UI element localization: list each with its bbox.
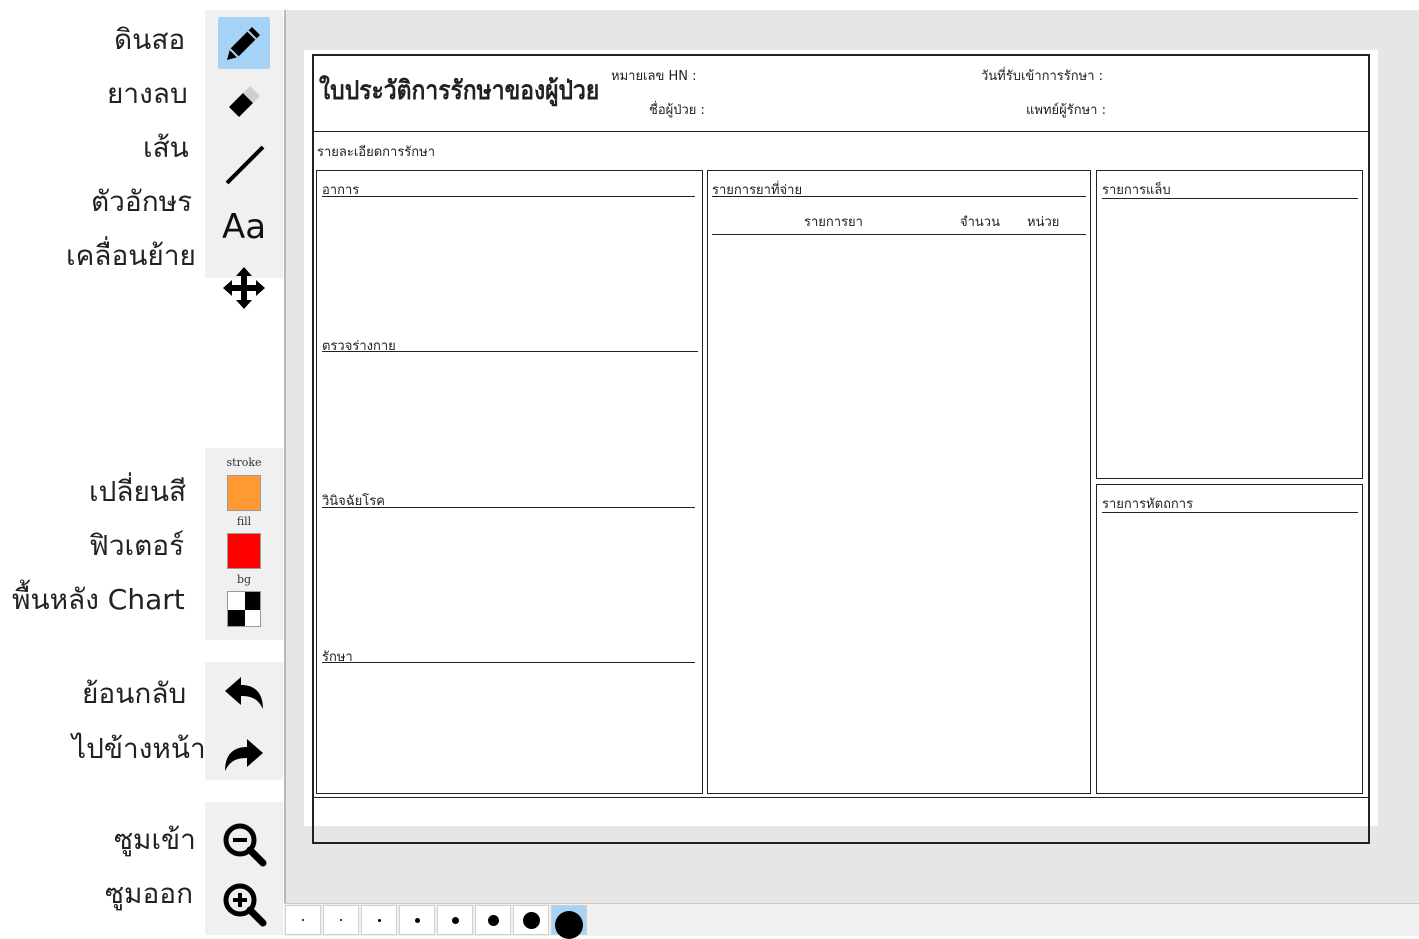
- dispensed-meds-underline: [712, 196, 1086, 197]
- brush-size-dot-icon: [414, 917, 420, 923]
- pencil-icon: [227, 27, 260, 60]
- bg-swatch-label: bg: [236, 573, 252, 586]
- toolbar-gap: [205, 780, 283, 802]
- brush-size-button[interactable]: [513, 905, 549, 935]
- redo-button[interactable]: [218, 728, 270, 780]
- stroke-swatch-label: stroke: [226, 456, 262, 469]
- fill-swatch-label: fill: [236, 515, 252, 528]
- procedures-box: [1096, 484, 1363, 794]
- bg-color-swatch[interactable]: [227, 591, 261, 627]
- move-icon: [223, 267, 265, 309]
- stroke-color-swatch[interactable]: [227, 475, 261, 511]
- treatment-underline: [322, 662, 695, 663]
- admit-date-label: วันที่รับเข้าการรักษา :: [981, 69, 1104, 84]
- brush-size-button[interactable]: [437, 905, 473, 935]
- symptoms-underline: [322, 196, 695, 197]
- move-label: เคลื่อนย้าย: [66, 239, 196, 272]
- footer-divider: [312, 797, 1370, 798]
- brush-size-button[interactable]: [399, 905, 435, 935]
- brush-size-dot-icon: [340, 919, 342, 921]
- redo-label: ไปข้างหน้า: [72, 732, 206, 765]
- redo-icon: [225, 739, 263, 771]
- brush-size-dot-icon: [451, 916, 459, 924]
- text-icon: Aa: [221, 207, 267, 247]
- brush-size-button[interactable]: [323, 905, 359, 935]
- lab-underline: [1102, 198, 1358, 199]
- doctor-label: แพทย์ผู้รักษา :: [1026, 103, 1106, 118]
- brush-size-dot-icon: [522, 911, 540, 929]
- brush-size-dot-icon: [377, 918, 381, 922]
- text-label: ตัวอักษร: [91, 185, 193, 218]
- zoom-in-button[interactable]: [218, 818, 270, 870]
- brush-size-dot-icon: [487, 914, 499, 926]
- zoom-in-label: ซูมเข้า: [114, 823, 196, 856]
- eraser-label: ยางลบ: [107, 77, 188, 110]
- fill-color-swatch[interactable]: [227, 533, 261, 569]
- brush-size-button[interactable]: [361, 905, 397, 935]
- zoom-out-label: ซูมออก: [105, 877, 194, 910]
- eraser-tool-button[interactable]: [218, 77, 270, 129]
- pencil-label: ดินสอ: [114, 23, 186, 56]
- background-label: พื้นหลัง Chart: [12, 583, 185, 616]
- dispensed-meds-box: [707, 170, 1091, 794]
- brush-size-button[interactable]: [551, 905, 587, 939]
- procedures-underline: [1102, 512, 1358, 513]
- line-icon: [225, 145, 265, 185]
- details-heading: รายละเอียดการรักษา: [317, 145, 436, 160]
- zoom-out-magnifier-icon: [223, 823, 267, 867]
- line-tool-button[interactable]: [218, 138, 270, 190]
- clinical-notes-box: [316, 170, 703, 794]
- treatment-label: รักษา: [322, 650, 353, 665]
- med-column-quantity: จำนวน: [960, 215, 1000, 230]
- move-tool-button[interactable]: [218, 262, 270, 314]
- patient-name-label: ชื่อผู้ป่วย :: [649, 103, 705, 118]
- change-color-label: เปลี่ยนสี: [89, 475, 187, 508]
- diagnosis-underline: [322, 507, 695, 508]
- zoom-in-magnifier-icon: [223, 883, 267, 927]
- brush-size-dot-icon: [302, 919, 304, 921]
- med-column-unit: หน่วย: [1027, 215, 1060, 230]
- undo-label: ย้อนกลับ: [82, 677, 187, 710]
- med-columns-underline: [712, 234, 1086, 235]
- chart-paper[interactable]: ใบประวัติการรักษาของผู้ป่วย หมายเลข HN :…: [304, 50, 1378, 844]
- line-label: เส้น: [143, 131, 189, 164]
- header-divider: [312, 131, 1370, 132]
- form-title: ใบประวัติการรักษาของผู้ป่วย: [319, 76, 600, 106]
- zoom-out-button[interactable]: [218, 878, 270, 930]
- lab-label: รายการแล็บ: [1102, 183, 1171, 198]
- brush-size-button[interactable]: [475, 905, 511, 935]
- toolbar-gap: [205, 640, 283, 662]
- physical-exam-underline: [322, 351, 698, 352]
- text-tool-button[interactable]: Aa: [218, 201, 270, 253]
- med-column-name: รายการยา: [804, 215, 863, 230]
- undo-button[interactable]: [218, 666, 270, 718]
- fill-label: ฟิวเตอร์: [89, 529, 185, 562]
- brush-size-button[interactable]: [285, 905, 321, 935]
- physical-exam-label: ตรวจร่างกาย: [322, 339, 396, 354]
- undo-icon: [225, 677, 263, 709]
- pencil-tool-button[interactable]: [218, 17, 270, 69]
- lab-box: [1096, 170, 1363, 479]
- hn-label: หมายเลข HN :: [611, 69, 697, 84]
- eraser-icon: [229, 86, 260, 117]
- procedures-label: รายการหัตถการ: [1102, 497, 1194, 512]
